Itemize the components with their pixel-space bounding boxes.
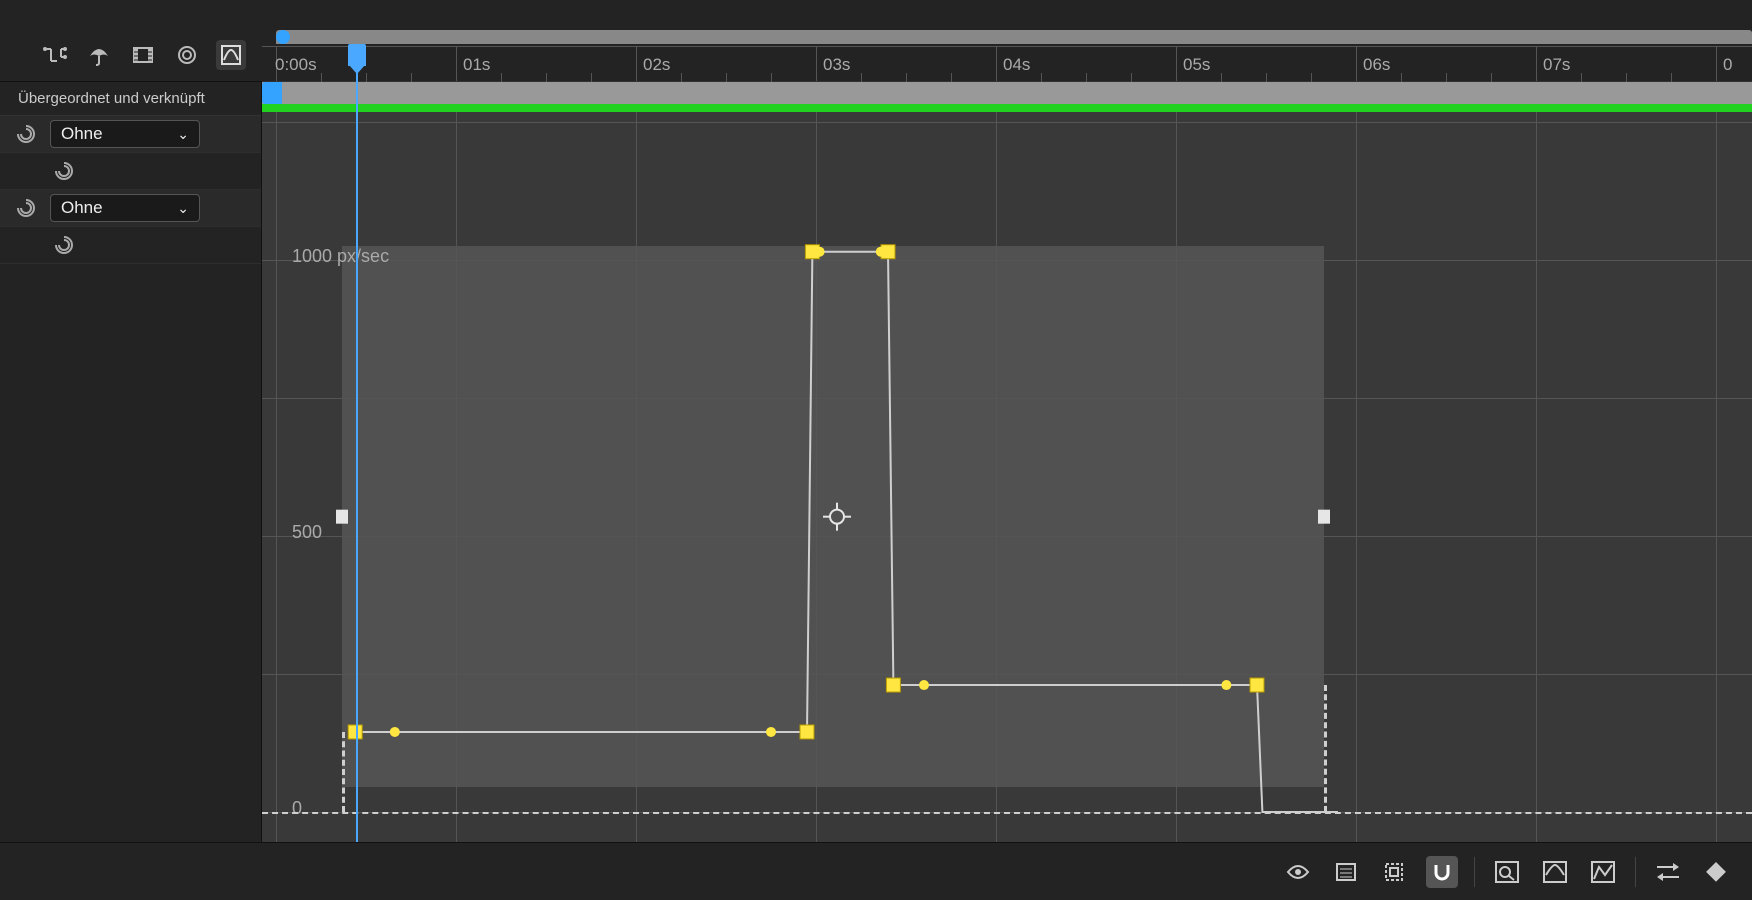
bezier-handle[interactable] xyxy=(815,247,825,257)
time-navigator[interactable] xyxy=(276,30,1752,44)
flow-icon[interactable] xyxy=(40,40,70,70)
cached-preview-bar xyxy=(262,104,1752,112)
pickwhip-icon[interactable] xyxy=(12,120,40,148)
time-tick: 05s xyxy=(1176,47,1177,81)
time-tick-label: 04s xyxy=(1003,55,1030,75)
center-crosshair-icon[interactable] xyxy=(823,503,851,531)
keyframe-icon[interactable] xyxy=(1700,856,1732,888)
region-handle[interactable] xyxy=(336,510,348,524)
parent-row: Ohne ⌄ xyxy=(0,116,261,153)
time-ruler[interactable]: 0:00s 01s 02s 03s 04s 05s 06s 07s 0 xyxy=(262,46,1752,82)
speed-curve[interactable] xyxy=(355,252,1338,812)
parent-dropdown-value: Ohne xyxy=(61,124,103,144)
toolbar-divider xyxy=(1635,857,1636,887)
work-area-bar[interactable] xyxy=(262,82,1752,104)
ease-icon[interactable] xyxy=(1652,856,1684,888)
time-tick-label: 01s xyxy=(463,55,490,75)
time-tick: 02s xyxy=(636,47,637,81)
bezier-handle[interactable] xyxy=(390,727,400,737)
work-area-start-handle[interactable] xyxy=(262,82,282,104)
bezier-handle[interactable] xyxy=(1221,680,1231,690)
bezier-handle[interactable] xyxy=(766,727,776,737)
time-tick: 03s xyxy=(816,47,817,81)
timeline-ruler-area: 0:00s 01s 02s 03s 04s 05s 06s 07s 0 xyxy=(262,0,1752,82)
fit-icon[interactable] xyxy=(1491,856,1523,888)
keyframe-marker[interactable] xyxy=(800,725,814,739)
pickwhip-icon[interactable] xyxy=(50,231,78,259)
tool-icon-group xyxy=(40,40,246,70)
time-tick-label: 0 xyxy=(1723,55,1732,75)
toolbar-divider xyxy=(1474,857,1475,887)
list-icon[interactable] xyxy=(1330,856,1362,888)
umbrella-icon[interactable] xyxy=(84,40,114,70)
time-tick: 01s xyxy=(456,47,457,81)
keyframe-marker[interactable] xyxy=(348,725,362,739)
keyframe-marker[interactable] xyxy=(886,678,900,692)
parent-dropdown[interactable]: Ohne ⌄ xyxy=(50,194,200,222)
region-handle[interactable] xyxy=(1318,510,1330,524)
time-tick-label: 03s xyxy=(823,55,850,75)
bezier-handle[interactable] xyxy=(919,680,929,690)
time-tick-label: 07s xyxy=(1543,55,1570,75)
time-tick: 0:00s xyxy=(276,47,277,81)
visibility-icon[interactable] xyxy=(1282,856,1314,888)
graph-editor[interactable]: 1000 px/sec5000 xyxy=(262,112,1752,842)
parent-link-panel: Übergeordnet und verknüpft Ohne ⌄ Ohne ⌄ xyxy=(0,82,262,842)
parent-dropdown[interactable]: Ohne ⌄ xyxy=(50,120,200,148)
graph-value-icon[interactable] xyxy=(1539,856,1571,888)
chevron-down-icon: ⌄ xyxy=(177,200,189,217)
time-tick-label: 06s xyxy=(1363,55,1390,75)
bezier-handle[interactable] xyxy=(876,247,886,257)
circle-icon[interactable] xyxy=(172,40,202,70)
parent-dropdown-value: Ohne xyxy=(61,198,103,218)
time-tick-label: 05s xyxy=(1183,55,1210,75)
time-navigator-handle[interactable] xyxy=(276,30,290,44)
time-tick: 0 xyxy=(1716,47,1717,81)
pickwhip-icon[interactable] xyxy=(12,194,40,222)
chevron-down-icon: ⌄ xyxy=(177,126,189,143)
bottom-toolbar xyxy=(0,842,1752,900)
snap-icon[interactable] xyxy=(1426,856,1458,888)
parent-row xyxy=(0,153,261,190)
time-tick: 06s xyxy=(1356,47,1357,81)
pickwhip-icon[interactable] xyxy=(50,157,78,185)
time-tick: 07s xyxy=(1536,47,1537,81)
time-tick: 04s xyxy=(996,47,997,81)
bounds-icon[interactable] xyxy=(1378,856,1410,888)
time-tick-label: 02s xyxy=(643,55,670,75)
graph-editor-icon[interactable] xyxy=(216,40,246,70)
filmstrip-icon[interactable] xyxy=(128,40,158,70)
speed-curve-svg xyxy=(262,112,1752,842)
parent-row xyxy=(0,227,261,264)
keyframe-marker[interactable] xyxy=(1250,678,1264,692)
graph-speed-icon[interactable] xyxy=(1587,856,1619,888)
parent-link-header: Übergeordnet und verknüpft xyxy=(0,82,261,116)
parent-row: Ohne ⌄ xyxy=(0,190,261,227)
time-tick-label: 0:00s xyxy=(275,55,317,75)
